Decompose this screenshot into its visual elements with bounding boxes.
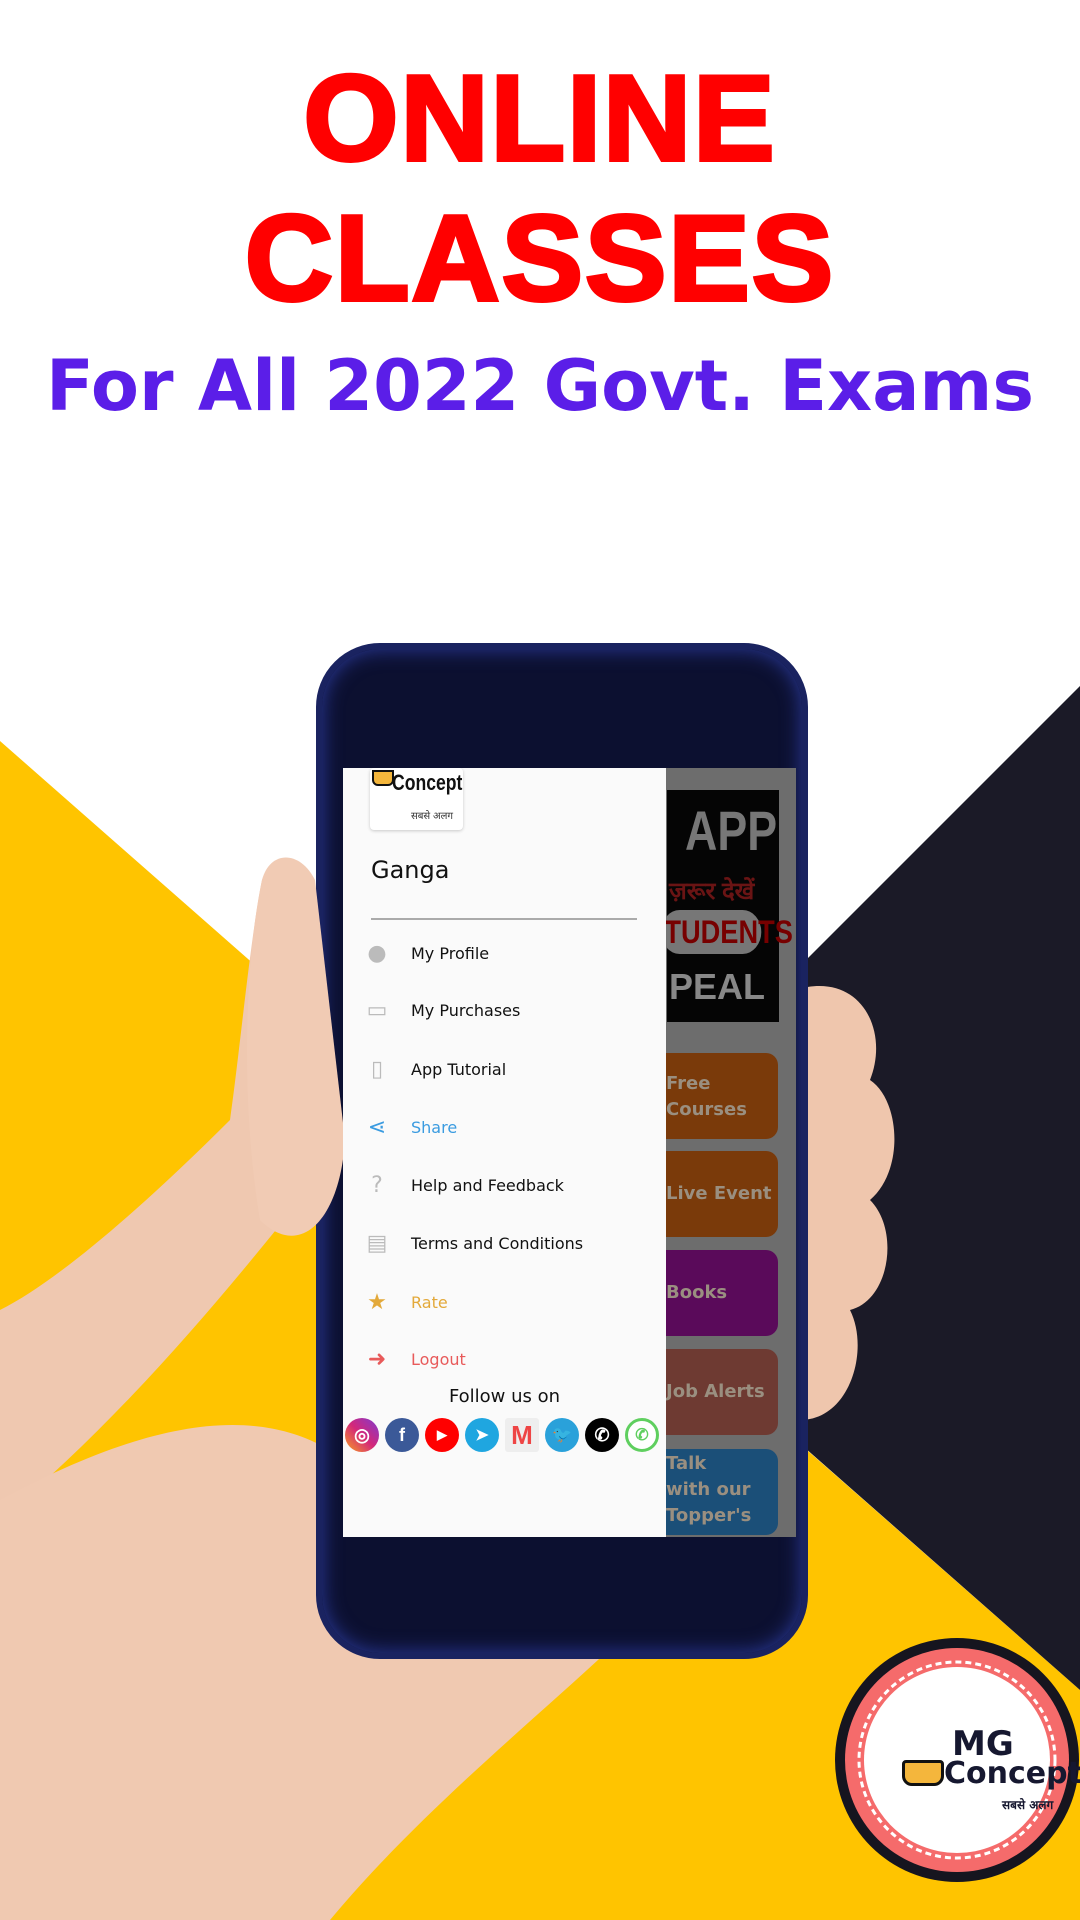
menu-item-label: Logout (411, 1349, 466, 1369)
banner-text: TUDENTS (661, 910, 793, 954)
profile-icon: ● (367, 940, 387, 966)
menu-item-logout[interactable]: ➜ Logout (363, 1339, 653, 1379)
phone-screen: APP ज़रूर देखें TUDENTS PEAL Free Course… (343, 768, 796, 1537)
menu-item-app-tutorial[interactable]: ▯ App Tutorial (363, 1049, 653, 1089)
brand-tagline: सबसे अलग (1002, 1798, 1054, 1812)
brand-badge: MG Concept सबसे अलग (832, 1635, 1080, 1885)
menu-item-label: Rate (411, 1292, 448, 1312)
menu-item-label: Share (411, 1117, 458, 1137)
menu-item-terms-and-conditions[interactable]: ▤ Terms and Conditions (363, 1223, 653, 1263)
logo-tagline: सबसे अलग (410, 811, 453, 822)
help-icon: ? (371, 1172, 383, 1198)
youtube-icon[interactable]: ▶ (425, 1418, 459, 1452)
fist-icon (902, 1760, 944, 1786)
menu-item-rate[interactable]: ★ Rate (363, 1282, 653, 1322)
banner-text: APP (685, 799, 778, 862)
logo-text: Concept (392, 770, 463, 795)
background-app: APP ज़रूर देखें TUDENTS PEAL Free Course… (661, 768, 796, 1537)
divider (371, 918, 637, 920)
menu-item-my-purchases[interactable]: ▭ My Purchases (363, 990, 653, 1030)
whatsapp-icon[interactable]: ✆ (625, 1418, 659, 1452)
follow-label: Follow us on (448, 1386, 561, 1407)
social-links: ◎ f ▶ ➤ M 🐦 ✆ ✆ (345, 1418, 659, 1452)
menu-item-share[interactable]: ⋖ Share (363, 1107, 653, 1147)
banner-text: ज़रूर देखें (669, 878, 755, 905)
tile-talk-toppers[interactable]: Talk with our Topper's (666, 1449, 778, 1535)
banner-text: PEAL (669, 966, 766, 1007)
gmail-icon[interactable]: M (505, 1418, 539, 1452)
tile-live-event[interactable]: Live Event (666, 1151, 778, 1237)
navigation-drawer: Concept सबसे अलग Ganga ● My Profile ▭ My Pu… (343, 768, 666, 1537)
promo-banner[interactable]: APP ज़रूर देखें TUDENTS PEAL (661, 790, 793, 1022)
phone-icon[interactable]: ✆ (585, 1418, 619, 1452)
instagram-icon[interactable]: ◎ (345, 1418, 379, 1452)
user-name: Ganga (371, 856, 450, 884)
menu-item-help-and-feedback[interactable]: ? Help and Feedback (363, 1165, 653, 1205)
menu-item-label: My Purchases (411, 1000, 521, 1020)
star-icon: ★ (367, 1289, 387, 1315)
terms-icon: ▤ (366, 1230, 388, 1256)
app-logo: Concept सबसे अलग (370, 768, 463, 830)
brand-line2: Concept (944, 1756, 1080, 1791)
twitter-icon[interactable]: 🐦 (545, 1418, 579, 1452)
menu-item-label: Help and Feedback (411, 1175, 564, 1195)
menu-item-my-profile[interactable]: ● My Profile (363, 933, 653, 973)
menu-item-label: App Tutorial (411, 1059, 507, 1079)
menu-item-label: Terms and Conditions (411, 1233, 584, 1253)
facebook-icon[interactable]: f (385, 1418, 419, 1452)
fist-icon (372, 770, 394, 786)
purchases-icon: ▭ (366, 997, 388, 1023)
telegram-icon[interactable]: ➤ (465, 1418, 499, 1452)
tutorial-icon: ▯ (370, 1056, 384, 1082)
tile-job-alerts[interactable]: Job Alerts (666, 1349, 778, 1435)
logout-icon: ➜ (367, 1346, 387, 1372)
tile-free-courses[interactable]: Free Courses (666, 1053, 778, 1139)
menu-item-label: My Profile (411, 943, 490, 963)
share-icon: ⋖ (367, 1114, 387, 1140)
tile-books[interactable]: Books (666, 1250, 778, 1336)
